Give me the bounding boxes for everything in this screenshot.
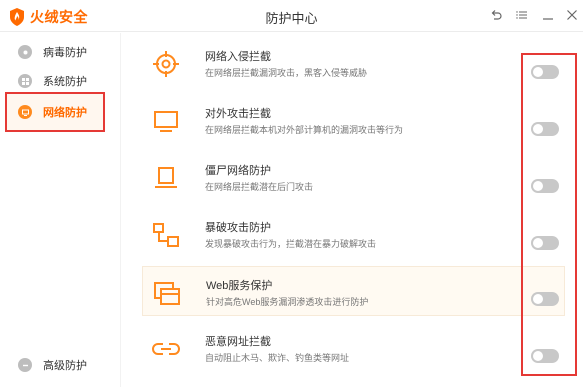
minimize-icon[interactable] [539, 6, 557, 24]
feature-desc: 自动阻止木马、欺诈、钓鱼类等网址 [205, 353, 350, 363]
toggle-knob [533, 351, 543, 361]
feature-desc: 在网络层拦截本机对外部计算机的漏洞攻击等行为 [205, 125, 404, 135]
sidebar-item-virus-protection[interactable]: 病毒防护 [0, 38, 120, 66]
toggle-knob [533, 124, 543, 134]
feature-title: Web服务保护 [206, 280, 273, 292]
network-nodes-icon [153, 223, 179, 247]
sidebar-item-system-protection[interactable]: 系统防护 [0, 67, 120, 95]
toggle-column-highlight [521, 53, 577, 376]
sidebar-item-network-protection[interactable]: 网络防护 [0, 98, 120, 126]
sidebar-item-label: 系统防护 [43, 76, 87, 88]
feature-row-web-service: Web服务保护 针对高危Web服务漏洞渗透攻击进行防护 [142, 266, 565, 316]
feature-title: 暴破攻击防护 [205, 222, 271, 234]
sidebar-item-advanced-protection[interactable]: 高级防护 [0, 351, 120, 379]
feature-list: 网络入侵拦截 在网络层拦截漏洞攻击，黑客入侵等威胁 对外攻击拦截 在网络层拦截本… [142, 33, 583, 387]
back-icon[interactable] [487, 6, 505, 24]
toggle-knob [533, 294, 543, 304]
sidebar-item-label: 网络防护 [43, 107, 87, 119]
feature-title: 对外攻击拦截 [205, 108, 271, 120]
system-protect-icon [18, 74, 32, 88]
link-icon [152, 343, 180, 355]
sidebar: 病毒防护 系统防护 网络防护 高级防护 [0, 33, 120, 387]
toggle-malicious-url[interactable] [531, 349, 559, 363]
feature-desc: 发现暴破攻击行为，拦截潜在暴力破解攻击 [205, 239, 377, 249]
feature-row-malicious-url: 恶意网址拦截 自动阻止木马、欺诈、钓鱼类等网址 [142, 323, 565, 373]
feature-row-botnet: 僵尸网络防护 在网络层拦截潜在后门攻击 [142, 152, 565, 202]
close-icon[interactable] [563, 6, 581, 24]
feature-row-brute-force: 暴破攻击防护 发现暴破攻击行为，拦截潜在暴力破解攻击 [142, 209, 565, 259]
laptop-icon [155, 167, 177, 188]
sidebar-item-label: 病毒防护 [43, 47, 87, 59]
web-window-icon [154, 282, 180, 305]
sidebar-divider [120, 33, 121, 387]
toggle-network-intrusion[interactable] [531, 65, 559, 79]
toggle-knob [533, 181, 543, 191]
sidebar-item-label: 高级防护 [43, 360, 87, 372]
feature-title: 恶意网址拦截 [205, 336, 271, 348]
network-protect-icon [18, 105, 32, 119]
toggle-knob [533, 238, 543, 248]
feature-row-outbound-attack: 对外攻击拦截 在网络层拦截本机对外部计算机的漏洞攻击等行为 [142, 95, 565, 145]
toggle-brute-force[interactable] [531, 236, 559, 250]
feature-title: 网络入侵拦截 [205, 51, 271, 63]
menu-icon[interactable] [513, 6, 531, 24]
feature-row-network-intrusion: 网络入侵拦截 在网络层拦截漏洞攻击，黑客入侵等威胁 [142, 38, 565, 88]
feature-desc: 在网络层拦截漏洞攻击，黑客入侵等威胁 [205, 68, 368, 78]
toggle-web-service[interactable] [531, 292, 559, 306]
feature-desc: 针对高危Web服务漏洞渗透攻击进行防护 [206, 297, 369, 307]
toggle-outbound-attack[interactable] [531, 122, 559, 136]
feature-title: 僵尸网络防护 [205, 165, 271, 177]
title-bar: 火绒安全 防护中心 [0, 0, 583, 32]
toggle-botnet[interactable] [531, 179, 559, 193]
monitor-icon [154, 111, 178, 132]
toggle-knob [533, 67, 543, 77]
virus-protect-icon [18, 45, 32, 59]
crosshair-icon [153, 51, 179, 77]
advanced-protect-icon [18, 358, 32, 372]
feature-desc: 在网络层拦截潜在后门攻击 [205, 182, 314, 192]
